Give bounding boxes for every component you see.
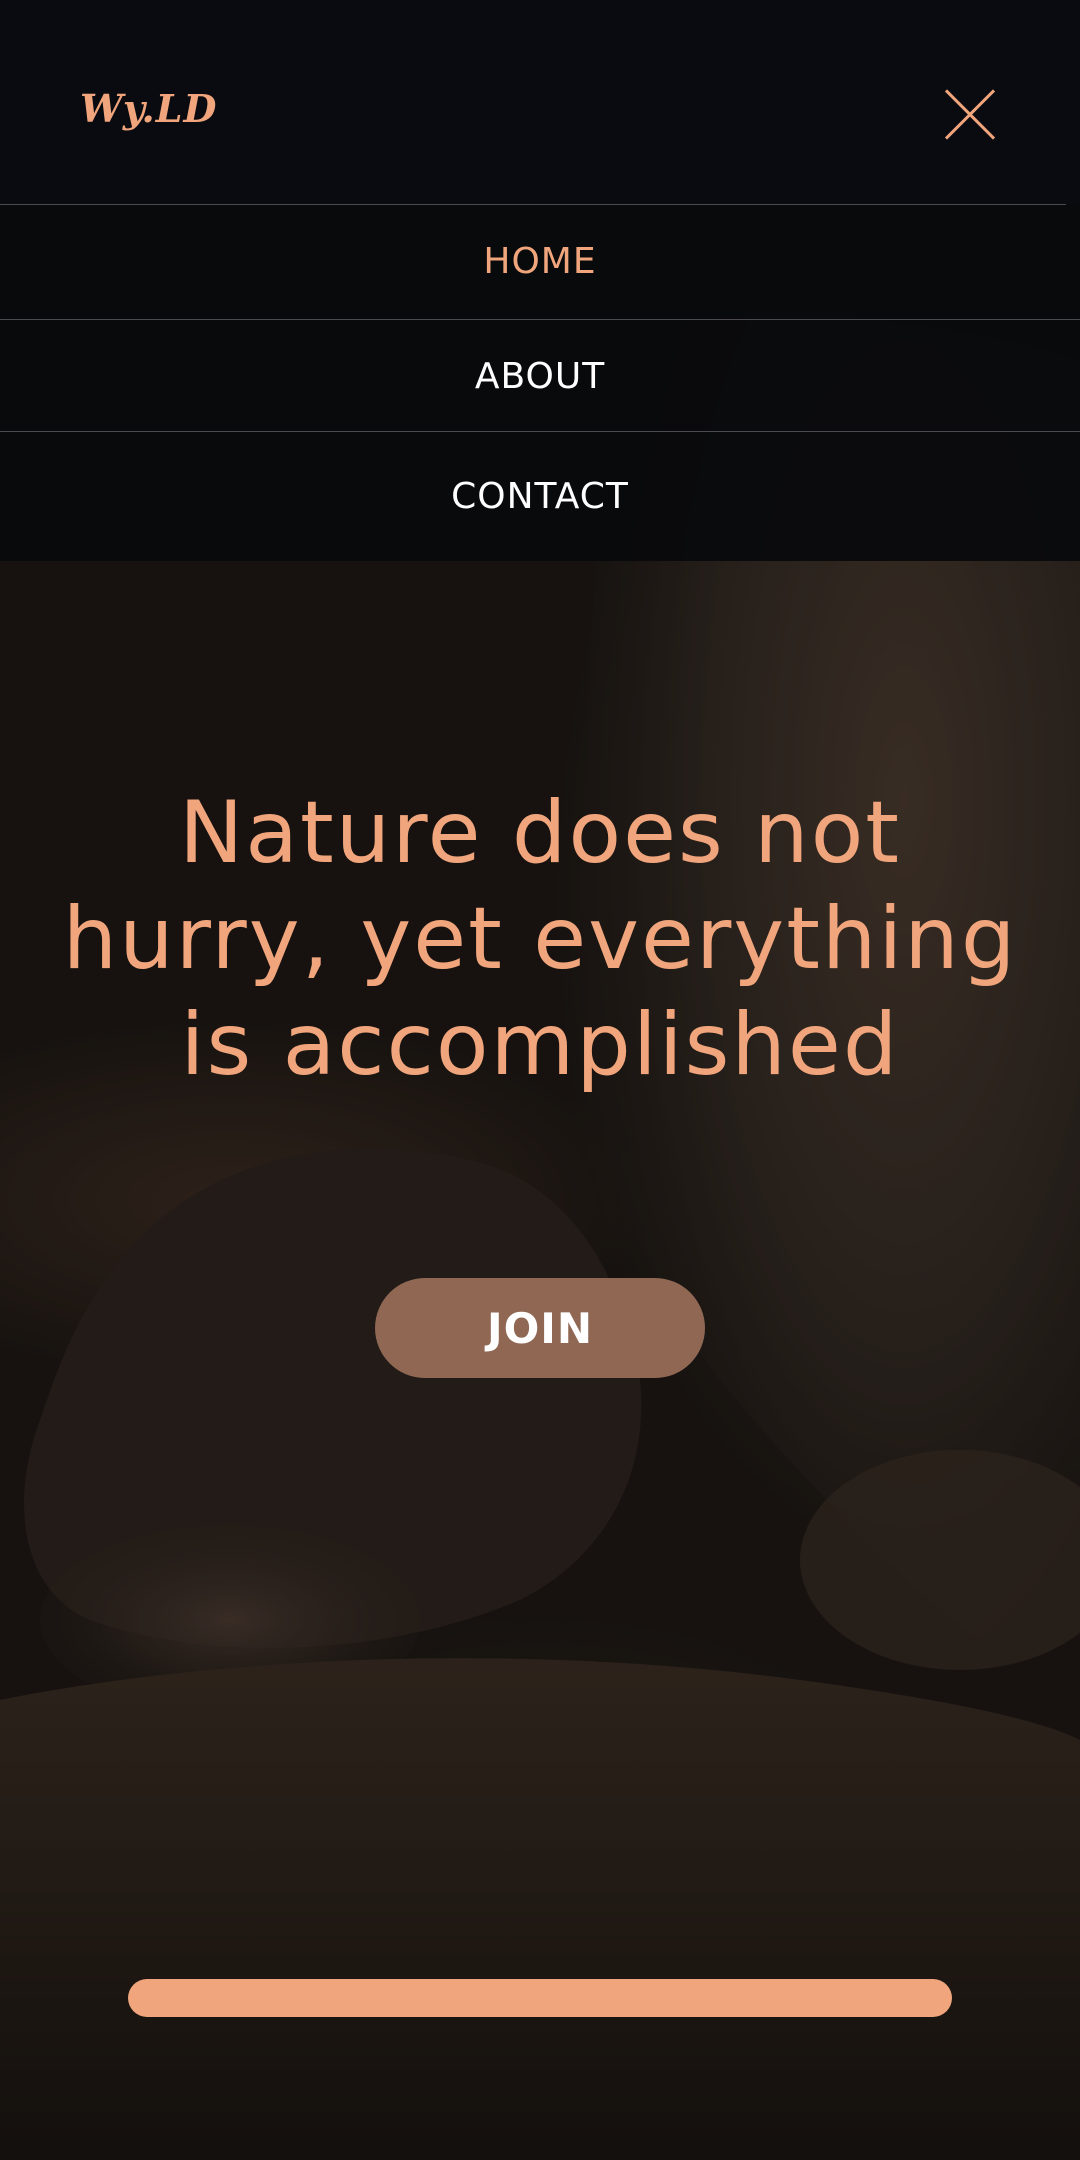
brand-logo[interactable]: Wy.LD: [80, 86, 217, 131]
close-icon[interactable]: [942, 86, 998, 142]
join-button[interactable]: JOIN: [375, 1278, 705, 1378]
bottom-accent-bar: [128, 1979, 952, 2017]
hero-title: Nature does not hurry, yet everything is…: [62, 783, 1018, 1095]
nav-menu: HOME ABOUT CONTACT: [0, 204, 1080, 561]
app-screen: Wy.LD HOME ABOUT CONTACT Nature does not…: [0, 0, 1080, 2160]
nav-item-home[interactable]: HOME: [0, 205, 1080, 318]
nav-item-contact[interactable]: CONTACT: [0, 431, 1080, 561]
nav-item-about[interactable]: ABOUT: [0, 319, 1080, 432]
top-header: Wy.LD: [0, 0, 1080, 204]
